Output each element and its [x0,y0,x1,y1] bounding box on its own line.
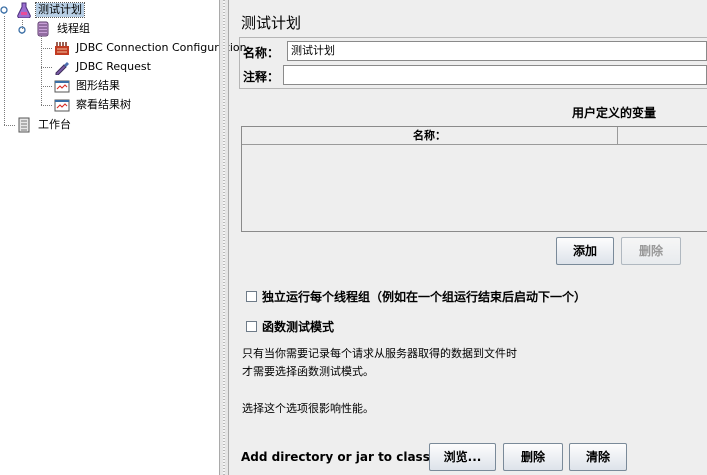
tree-item-jdbc-request[interactable]: JDBC Request [54,59,153,76]
pane-splitter[interactable] [219,0,229,475]
table-header: 名称： [242,127,707,145]
expand-handle-icon[interactable] [0,6,8,14]
tree-item-label: 图形结果 [76,79,120,92]
browse-button[interactable]: 浏览... [429,443,496,471]
jdbc-config-icon [54,40,70,56]
functional-test-mode-option[interactable]: 函数测试模式 [246,318,334,335]
clear-button[interactable]: 清除 [569,443,627,471]
functional-mode-checkbox-label: 函数测试模式 [262,320,335,334]
classpath-label: Add directory or jar to classpath [241,450,461,464]
tree-item-label: 工作台 [38,118,71,131]
functional-mode-note-line-2: 才需要选择函数测试模式。 [242,365,374,378]
graph-results-icon [54,78,70,94]
column-header-name[interactable]: 名称： [242,127,618,144]
jdbc-request-icon [54,59,70,76]
comment-label: 注释： [243,70,280,84]
tree-item-label: 线程组 [57,22,90,35]
tree-item-test-plan[interactable]: 测试计划 [16,2,85,19]
functional-mode-checkbox[interactable] [246,321,257,332]
performance-warning: 选择这个选项很影响性能。 [242,402,374,415]
expand-handle-icon[interactable] [18,26,26,34]
panel-title: 测试计划 [241,14,302,32]
comment-field[interactable] [283,65,707,85]
user-variables-table[interactable]: 名称： [241,126,707,232]
test-plan-panel: 测试计划 名称： 测试计划 注释： 用户定义的变量 名称： 添加 删除 独立运行… [229,0,707,475]
tree-item-label: JDBC Request [76,60,151,73]
workbench-icon [16,117,32,133]
results-tree-icon [54,97,70,113]
classpath-delete-button[interactable]: 删除 [503,443,563,471]
tree-item-thread-group[interactable]: 线程组 [35,21,92,37]
delete-button[interactable]: 删除 [621,237,681,265]
tree-item-graph-results[interactable]: 图形结果 [54,78,122,94]
add-button[interactable]: 添加 [556,237,614,265]
tree-item-label: 察看结果树 [76,98,131,111]
serialize-thread-groups-option[interactable]: 独立运行每个线程组（例如在一个组运行结束后启动下一个） [246,288,586,305]
name-field[interactable]: 测试计划 [287,41,707,61]
serialize-checkbox[interactable] [246,291,257,302]
test-plan-icon [16,2,32,19]
functional-mode-note-line-1: 只有当你需要记录每个请求从服务器取得的数据到文件时 [242,347,517,360]
tree-item-workbench[interactable]: 工作台 [16,117,73,133]
tree-item-label: 测试计划 [35,2,85,18]
test-plan-tree: 测试计划 线程组 JDBC Connection Configuration J… [0,0,247,475]
thread-group-icon [35,21,51,37]
user-defined-variables-title: 用户定义的变量 [572,106,657,120]
name-label: 名称： [243,46,280,60]
serialize-checkbox-label: 独立运行每个线程组（例如在一个组运行结束后启动下一个） [262,290,587,304]
tree-item-results-tree[interactable]: 察看结果树 [54,97,133,113]
